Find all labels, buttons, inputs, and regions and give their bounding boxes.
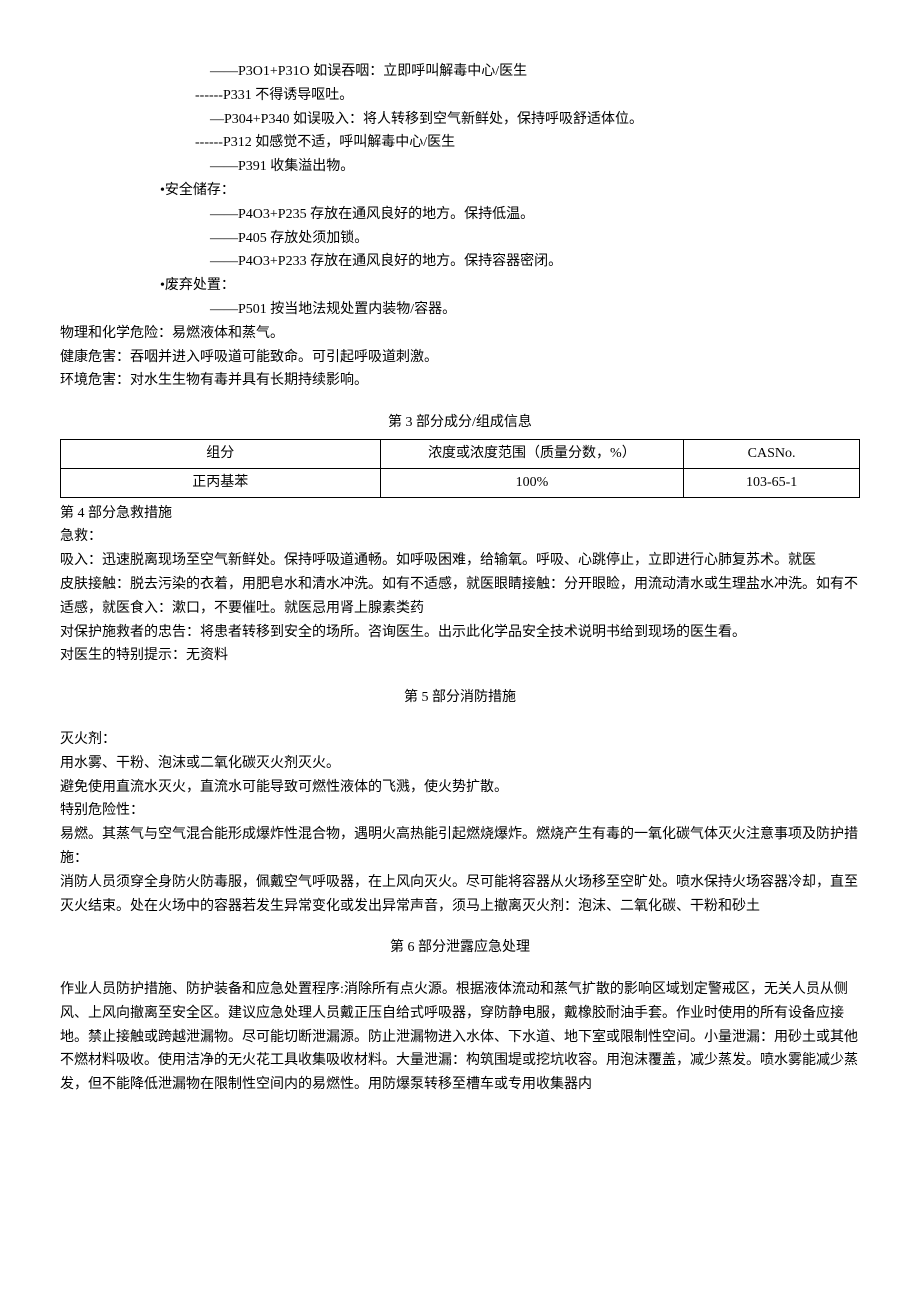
section5-heading: 第 5 部分消防措施 — [60, 686, 860, 710]
danger-text: 易燃。其蒸气与空气混合能形成爆炸性混合物，遇明火高热能引起燃烧爆炸。燃烧产生有毒… — [60, 823, 860, 871]
section3-heading: 第 3 部分成分/组成信息 — [60, 411, 860, 435]
precaution-line: ——P3O1+P31O 如误吞咽：立即呼叫解毒中心/医生 — [60, 60, 860, 84]
first-aid-rescuer: 对保护施救者的忠告：将患者转移到安全的场所。咨询医生。出示此化学品安全技术说明书… — [60, 621, 860, 645]
disposal-line: ——P501 按当地法规处置内装物/容器。 — [60, 298, 860, 322]
first-aid-inhalation: 吸入：迅速脱离现场至空气新鲜处。保持呼吸道通畅。如呼吸困难，给输氧。呼吸、心跳停… — [60, 549, 860, 573]
precaution-line: —P304+P340 如误吸入：将人转移到空气新鲜处，保持呼吸舒适体位。 — [60, 108, 860, 132]
table-row: 正丙基苯 100% 103-65-1 — [61, 468, 860, 497]
hazard-physical: 物理和化学危险：易燃液体和蒸气。 — [60, 322, 860, 346]
hazard-environment: 环境危害：对水生生物有毒并具有长期持续影响。 — [60, 369, 860, 393]
cell-cas: 103-65-1 — [684, 468, 860, 497]
storage-line: ——P405 存放处须加锁。 — [60, 227, 860, 251]
col-component: 组分 — [61, 439, 381, 468]
disposal-label: •废弃处置： — [60, 274, 860, 298]
danger-label: 特别危险性： — [60, 799, 860, 823]
first-aid-doctor: 对医生的特别提示：无资料 — [60, 644, 860, 668]
cell-component: 正丙基苯 — [61, 468, 381, 497]
storage-line: ——P4O3+P235 存放在通风良好的地方。保持低温。 — [60, 203, 860, 227]
extinguish-line1: 用水雾、干粉、泡沫或二氧化碳灭火剂灭火。 — [60, 752, 860, 776]
section6-text: 作业人员防护措施、防护装备和应急处置程序:消除所有点火源。根据液体流动和蒸气扩散… — [60, 978, 860, 1097]
first-aid-label: 急救： — [60, 525, 860, 549]
storage-label: •安全储存： — [60, 179, 860, 203]
precautions-block: ——P3O1+P31O 如误吞咽：立即呼叫解毒中心/医生 ------P331 … — [60, 60, 860, 322]
col-concentration: 浓度或浓度范围（质量分数，%） — [380, 439, 684, 468]
precaution-line: ------P312 如感觉不适，呼叫解毒中心/医生 — [60, 131, 860, 155]
first-aid-skin: 皮肤接触：脱去污染的衣着，用肥皂水和清水冲洗。如有不适感，就医眼睛接触：分开眼睑… — [60, 573, 860, 621]
section6-heading: 第 6 部分泄露应急处理 — [60, 936, 860, 960]
table-header-row: 组分 浓度或浓度范围（质量分数，%） CASNo. — [61, 439, 860, 468]
precaution-line: ——P391 收集溢出物。 — [60, 155, 860, 179]
fire-text: 消防人员须穿全身防火防毒服，佩戴空气呼吸器，在上风向灭火。尽可能将容器从火场移至… — [60, 871, 860, 919]
storage-line: ——P4O3+P233 存放在通风良好的地方。保持容器密闭。 — [60, 250, 860, 274]
col-cas: CASNo. — [684, 439, 860, 468]
cell-concentration: 100% — [380, 468, 684, 497]
composition-table: 组分 浓度或浓度范围（质量分数，%） CASNo. 正丙基苯 100% 103-… — [60, 439, 860, 498]
hazard-health: 健康危害：吞咽并进入呼吸道可能致命。可引起呼吸道刺激。 — [60, 346, 860, 370]
extinguish-line2: 避免使用直流水灭火，直流水可能导致可燃性液体的飞溅，使火势扩散。 — [60, 776, 860, 800]
extinguish-label: 灭火剂： — [60, 728, 860, 752]
section4-heading: 第 4 部分急救措施 — [60, 502, 860, 526]
precaution-line: ------P331 不得诱导呕吐。 — [60, 84, 860, 108]
